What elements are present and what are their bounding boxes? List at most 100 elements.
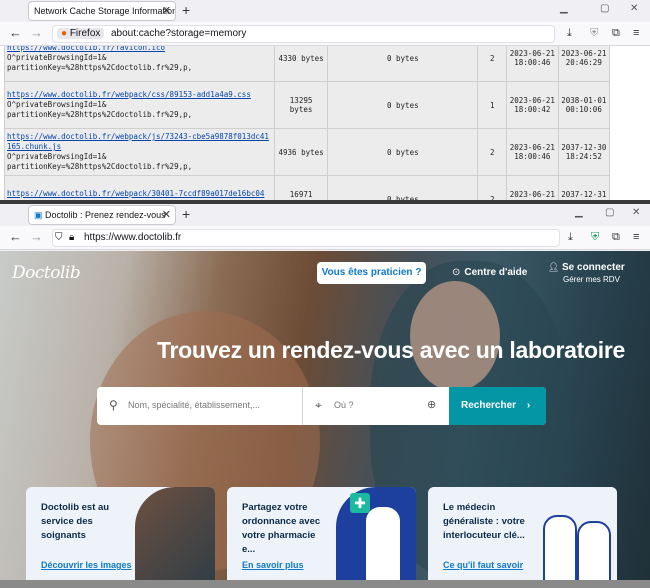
geolocate-icon[interactable]: ⊕ [427,398,436,411]
doctolib-logo[interactable]: Doctolib [12,263,81,283]
cache-row: https://www.doctolib.fr/webpack/js/73243… [4,128,611,176]
cache-last-fetched-cell: 2023-06-21 18:00:46 [506,128,559,176]
cache-fetch-count-cell: 1 [477,81,508,129]
cache-key-link[interactable]: https://www.doctolib.fr/webpack/30401-7c… [7,189,272,200]
tab-doctolib[interactable]: ▣ Doctolib : Prenez rendez-vous ✕ [28,205,176,225]
extensions-icon[interactable]: ⧉ [612,231,620,244]
lock-icon[interactable]: 🔒︎ [69,232,74,243]
cache-row: https://www.doctolib.fr/webpack/30401-7c… [4,175,611,200]
doctolib-window: ▣ Doctolib : Prenez rendez-vous ✕ + ▁ ▢ … [0,204,650,251]
cache-size-cell: 4330 bytes [273,46,329,82]
nav-bar-2: ← → ⛉ 🔒︎ https://www.doctolib.fr ⤓ ⛨ ⧉ ≡ [0,226,650,250]
forward-icon[interactable]: → [30,26,43,40]
download-icon[interactable]: ⤓ [568,231,573,244]
info-card[interactable]: Partagez votre ordonnance avec votre pha… [227,487,416,588]
doctors-illustration [537,487,617,588]
cache-key-cell: https://www.doctolib.fr/favicon.ico O^pri… [4,46,275,82]
hero-headline: Trouvez un rendez-vous avec un laboratoi… [157,337,625,363]
close-window-icon[interactable]: ✕ [630,3,638,14]
tab-bar: Network Cache Storage Information ✕ + ▁ … [0,0,650,22]
cache-last-fetched-cell: 2023-06-21 18:00:46 [506,175,559,200]
practitioner-button[interactable]: Vous êtes praticien ? [317,262,426,284]
back-icon[interactable]: ← [9,230,22,244]
cache-last-modified-cell: 2037-12-31 21:42:27 [557,175,611,200]
cache-table: https://www.doctolib.fr/favicon.ico O^pri… [4,46,611,200]
scrollbar[interactable] [610,46,650,200]
identity-box[interactable]: ● Firefox [57,28,105,39]
search-button[interactable]: Rechercher › [449,387,546,425]
card-link[interactable]: En savoir plus [242,560,304,570]
new-tab-icon[interactable]: + [182,205,190,223]
cache-window: Network Cache Storage Information ✕ + ▁ … [0,0,650,200]
download-icon[interactable]: ⤓ [567,27,572,40]
cache-last-fetched-cell: 2023-06-21 18:00:46 [506,46,559,82]
nav-bar: ← → ● Firefox about:cache?storage=memory… [0,22,650,46]
card-link[interactable]: Découvrir les images [41,560,132,570]
cache-data-size-cell: 0 bytes [327,81,479,129]
tab-bar-2: ▣ Doctolib : Prenez rendez-vous ✕ + ▁ ▢ … [0,204,650,226]
cache-key-cell: https://www.doctolib.fr/webpack/css/8915… [4,81,275,129]
cache-key-link[interactable]: https://www.doctolib.fr/webpack/css/8915… [7,90,272,100]
cache-key-link[interactable]: https://www.doctolib.fr/favicon.ico [7,46,272,53]
forward-icon[interactable]: → [30,230,43,244]
cache-fetch-count-cell: 2 [477,128,508,176]
hero-image-face [410,281,500,391]
cache-key-partition: O^privateBrowsingId=1& partitionKey=%28h… [7,53,193,72]
search-placeholder: Nom, spécialité, établissement,... [128,400,261,410]
identity-label: Firefox [69,28,101,39]
cache-data-size-cell: 0 bytes [327,128,479,176]
minimize-icon[interactable]: ▁ [575,207,583,218]
location-placeholder: Où ? [334,400,354,410]
search-icon: ⚲ [109,398,118,412]
cache-key-partition: O^privateBrowsingId=1& partitionKey=%28h… [7,100,193,119]
extensions-icon[interactable]: ⧉ [612,27,620,40]
shield-icon[interactable]: ⛨ [590,27,598,40]
menu-icon[interactable]: ≡ [633,27,639,39]
tab-title: Doctolib : Prenez rendez-vous [45,210,166,220]
maximize-icon[interactable]: ▢ [605,207,614,218]
cache-key-link[interactable]: https://www.doctolib.fr/webpack/js/73243… [7,132,272,152]
search-bar: ⚲ Nom, spécialité, établissement,... ⌖ O… [97,387,546,425]
doctor-figure [577,521,611,588]
card-illustration [135,487,215,588]
close-tab-icon[interactable]: ✕ [162,2,171,20]
doctor-figure [543,515,577,588]
login-title: Se connecter [562,262,625,273]
cache-content: https://www.doctolib.fr/favicon.ico O^pri… [0,46,650,200]
location-input[interactable]: ⌖ Où ? ⊕ [303,387,449,425]
url-bar[interactable]: ● Firefox about:cache?storage=memory [52,25,555,43]
help-label: Centre d'aide [464,267,528,278]
info-card[interactable]: Le médecin généraliste : votre interlocu… [428,487,617,588]
cache-key-cell: https://www.doctolib.fr/webpack/30401-7c… [4,175,275,200]
cache-key-partition: O^privateBrowsingId=1& partitionKey=%28h… [7,152,193,171]
menu-icon[interactable]: ≡ [633,231,639,243]
pharmacist-illustration: ✚ [336,487,416,588]
map-pin-icon: ⌖ [315,398,322,412]
doctolib-page: Doctolib Vous êtes praticien ? ⊙ Centre d… [0,251,650,588]
tab-title: Network Cache Storage Information [34,6,176,16]
tab-cache-info[interactable]: Network Cache Storage Information ✕ [28,1,176,21]
cache-last-modified-cell: 2038-01-01 00:10:06 [557,81,611,129]
url-text: https://www.doctolib.fr [84,232,182,243]
minimize-icon[interactable]: ▁ [560,3,568,14]
pharmacy-cross-icon: ✚ [350,493,370,513]
info-card[interactable]: Doctolib est au service des soignants Dé… [26,487,215,588]
cache-data-size-cell: 0 bytes [327,46,479,82]
cache-size-cell: 13295 bytes [273,81,329,129]
card-link[interactable]: Ce qu'il faut savoir [443,560,523,570]
close-tab-icon[interactable]: ✕ [162,206,171,224]
maximize-icon[interactable]: ▢ [600,3,609,14]
help-center-link[interactable]: ⊙ Centre d'aide [452,267,527,278]
login-link[interactable]: 👤︎ Se connecter Gérer mes RDV [548,262,625,284]
url-bar[interactable]: ⛉ 🔒︎ https://www.doctolib.fr [52,229,560,247]
search-input[interactable]: ⚲ Nom, spécialité, établissement,... [97,387,303,425]
firefox-icon: ● [61,28,68,39]
shield-icon[interactable]: ⛉ [55,232,63,243]
close-window-icon[interactable]: ✕ [632,207,640,218]
cache-last-modified-cell: 2037-12-30 18:24:52 [557,128,611,176]
extension-shield-icon[interactable]: ⛨ [591,231,599,244]
new-tab-icon[interactable]: + [182,1,190,19]
cache-size-cell: 16971 bytes [273,175,329,200]
cache-row: https://www.doctolib.fr/favicon.ico O^pri… [4,46,611,82]
back-icon[interactable]: ← [9,26,22,40]
